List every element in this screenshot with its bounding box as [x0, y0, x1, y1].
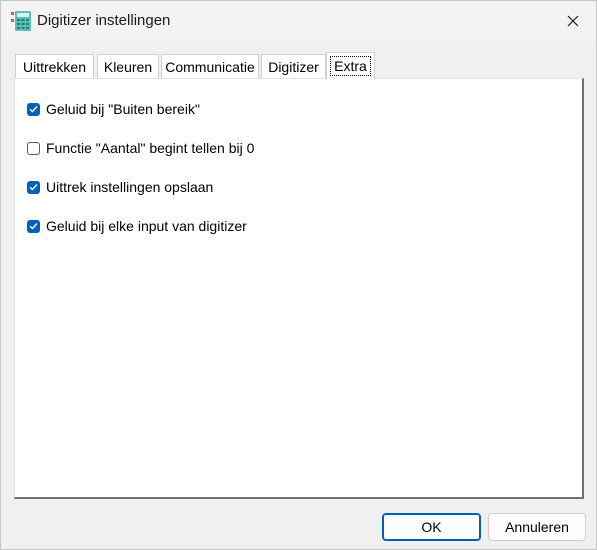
- calculator-app-icon: [11, 11, 32, 31]
- tab-uittrekken[interactable]: Uittrekken: [15, 54, 94, 78]
- tab-extra[interactable]: Extra: [326, 52, 375, 80]
- option-geluid-elke-input[interactable]: Geluid bij elke input van digitizer: [27, 216, 247, 236]
- option-label: Uittrek instellingen opslaan: [46, 179, 214, 195]
- option-geluid-buiten-bereik[interactable]: Geluid bij "Buiten bereik": [27, 99, 200, 119]
- checkbox-checked[interactable]: [27, 180, 40, 194]
- cancel-button[interactable]: Annuleren: [488, 513, 586, 541]
- tab-digitizer[interactable]: Digitizer: [261, 54, 326, 78]
- title-bar[interactable]: Digitizer instellingen: [1, 1, 596, 41]
- checkmark-icon: [29, 184, 38, 191]
- dialog-window: Digitizer instellingen Uittrekken Kleure…: [0, 0, 597, 550]
- tab-extra-label: Extra: [334, 58, 367, 74]
- ok-button[interactable]: OK: [382, 513, 481, 541]
- option-functie-aantal[interactable]: Functie "Aantal" begint tellen bij 0: [27, 138, 254, 158]
- checkbox-unchecked[interactable]: [27, 141, 40, 155]
- close-button[interactable]: [550, 1, 596, 41]
- option-uittrek-opslaan[interactable]: Uittrek instellingen opslaan: [27, 177, 213, 197]
- checkbox-checked[interactable]: [27, 102, 40, 116]
- tab-kleuren[interactable]: Kleuren: [97, 54, 159, 78]
- close-icon: [567, 15, 579, 27]
- tab-page-extra: Geluid bij "Buiten bereik" Functie "Aant…: [14, 78, 584, 499]
- checkbox-checked[interactable]: [27, 219, 40, 233]
- tab-communicatie[interactable]: Communicatie: [161, 54, 259, 78]
- checkmark-icon: [29, 106, 38, 113]
- checkmark-icon: [29, 223, 38, 230]
- option-label: Geluid bij "Buiten bereik": [46, 101, 200, 117]
- option-label: Geluid bij elke input van digitizer: [46, 218, 247, 234]
- window-title: Digitizer instellingen: [37, 12, 171, 29]
- option-label: Functie "Aantal" begint tellen bij 0: [46, 140, 255, 156]
